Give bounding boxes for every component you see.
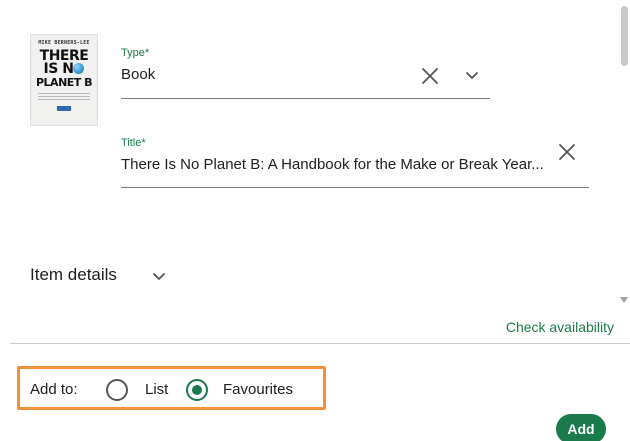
type-field-value[interactable]: Book [121, 66, 411, 83]
cover-title: THERE IS N PLANET B [31, 49, 97, 89]
type-field-label: Type* [121, 47, 150, 59]
book-cover-image: MIKE BERNERS-LEE THERE IS N PLANET B [30, 34, 98, 126]
title-field-underline [121, 187, 589, 188]
cover-publisher-badge [57, 106, 71, 111]
radio-favourites[interactable] [186, 379, 208, 401]
cover-title-line2: IS N [43, 61, 74, 77]
title-field-value[interactable]: There Is No Planet B: A Handbook for the… [121, 156, 583, 173]
globe-icon [73, 63, 85, 74]
cover-subtitle-lines [38, 93, 90, 101]
type-field-underline [121, 98, 490, 99]
check-availability-link[interactable]: Check availability [506, 319, 614, 335]
type-clear-close-icon[interactable] [421, 67, 439, 85]
scroll-down-arrow-icon[interactable] [620, 297, 628, 303]
item-details-chevron-down-icon[interactable] [152, 272, 166, 282]
radio-list[interactable] [106, 379, 128, 401]
scrollbar-thumb[interactable] [621, 6, 628, 66]
cover-author: MIKE BERNERS-LEE [38, 40, 90, 46]
section-divider [10, 343, 630, 344]
cover-title-line3: PLANET B [35, 76, 93, 89]
add-to-label: Add to: [30, 381, 78, 398]
radio-list-label[interactable]: List [145, 381, 168, 398]
type-dropdown-chevron-down-icon[interactable] [465, 71, 479, 81]
add-button[interactable]: Add [556, 414, 606, 441]
radio-favourites-label[interactable]: Favourites [223, 381, 293, 398]
title-field-label: Title* [121, 137, 146, 149]
radio-selected-dot [192, 385, 202, 395]
item-details-toggle[interactable]: Item details [30, 265, 117, 285]
add-item-panel: MIKE BERNERS-LEE THERE IS N PLANET B Typ… [0, 0, 630, 441]
